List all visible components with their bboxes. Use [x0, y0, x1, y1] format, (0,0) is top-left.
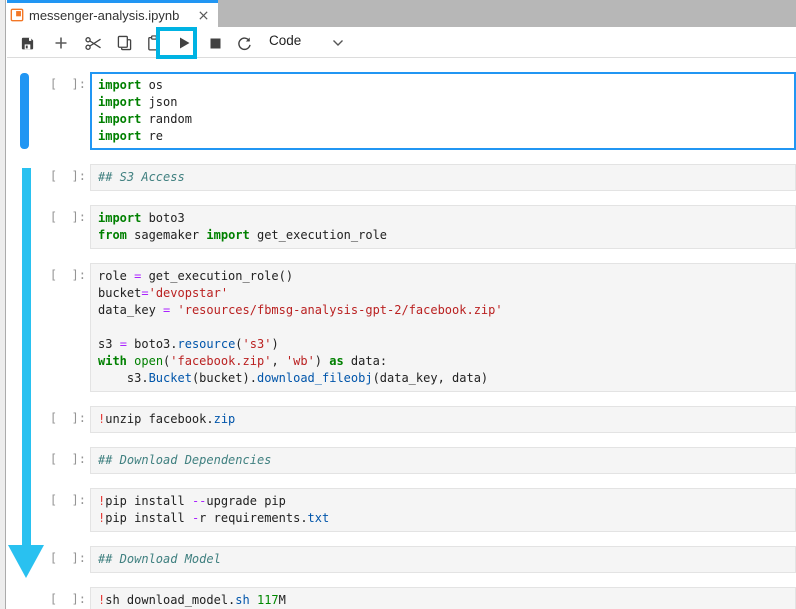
code-line [98, 319, 795, 336]
cut-button[interactable] [84, 34, 102, 52]
tab-title: messenger-analysis.ipynb [29, 8, 196, 23]
code-line: ## S3 Access [98, 169, 795, 186]
code-line: role = get_execution_role() [98, 268, 795, 285]
save-button[interactable] [18, 34, 36, 52]
plus-icon [54, 36, 68, 50]
code-line: !sh download_model.sh 117M [98, 592, 795, 609]
stop-icon [210, 38, 221, 49]
left-panel-edge [0, 0, 6, 609]
cell-prompt: [ ]: [7, 406, 90, 433]
cell-editor[interactable]: !unzip facebook.zip [90, 406, 796, 433]
code-line: import re [98, 128, 794, 145]
code-line: s3.Bucket(bucket).download_fileobj(data_… [98, 370, 795, 387]
run-icon [178, 36, 191, 50]
cell-editor[interactable]: role = get_execution_role()bucket='devop… [90, 263, 796, 392]
cell-editor[interactable]: import boto3from sagemaker import get_ex… [90, 205, 796, 249]
close-icon[interactable] [196, 8, 210, 22]
code-line: !pip install -r requirements.txt [98, 510, 795, 527]
notebook-cell[interactable]: [ ]: !sh download_model.sh 117M [7, 587, 796, 609]
stop-button[interactable] [206, 34, 224, 52]
code-line: bucket='devopstar' [98, 285, 795, 302]
annotation-selection-bar [20, 73, 29, 149]
code-line: ## Download Dependencies [98, 452, 795, 469]
copy-icon [117, 35, 132, 51]
notebook-cell[interactable]: [ ]: !unzip facebook.zip [7, 406, 796, 433]
paste-button[interactable] [145, 34, 163, 52]
copy-button[interactable] [115, 34, 133, 52]
add-cell-button[interactable] [52, 34, 70, 52]
code-line: s3 = boto3.resource('s3') [98, 336, 795, 353]
notebook-cell[interactable]: [ ]:import boto3from sagemaker import ge… [7, 205, 796, 249]
notebook-cell[interactable]: [ ]: ## Download Dependencies [7, 447, 796, 474]
cell-prompt: [ ]: [7, 447, 90, 474]
cell-editor[interactable]: ## Download Model [90, 546, 796, 573]
restart-icon [237, 36, 252, 51]
cell-editor[interactable]: !sh download_model.sh 117M [90, 587, 796, 609]
cell-editor[interactable]: import osimport jsonimport randomimport … [90, 72, 796, 150]
cell-prompt: [ ]: [7, 263, 90, 392]
code-line: import random [98, 111, 794, 128]
cell-type-dropdown[interactable]: Code [269, 33, 301, 48]
run-button[interactable] [175, 34, 193, 52]
annotation-down-arrow-head [8, 545, 44, 578]
cell-type-label: Code [269, 33, 301, 48]
code-line: import json [98, 94, 794, 111]
scissors-icon [85, 36, 102, 51]
code-line: !unzip facebook.zip [98, 411, 795, 428]
jupyterlab-window: messenger-analysis.ipynb [0, 0, 796, 609]
notebook-cell[interactable]: [ ]:role = get_execution_role()bucket='d… [7, 263, 796, 392]
code-line: !pip install --upgrade pip [98, 493, 795, 510]
notebook-tab[interactable]: messenger-analysis.ipynb [7, 0, 218, 27]
code-line: import os [98, 77, 794, 94]
notebook-cell[interactable]: [ ]: ## S3 Access [7, 164, 796, 191]
notebook-icon [10, 8, 24, 22]
save-icon [20, 36, 35, 51]
code-line: import boto3 [98, 210, 795, 227]
cell-editor[interactable]: ## S3 Access [90, 164, 796, 191]
annotation-down-arrow [22, 168, 31, 545]
notebook-cell[interactable]: [ ]:import osimport jsonimport randomimp… [7, 72, 796, 150]
code-line: with open('facebook.zip', 'wb') as data: [98, 353, 795, 370]
code-line: ## Download Model [98, 551, 795, 568]
notebook-cell[interactable]: [ ]:## Download Model [7, 546, 796, 573]
notebook-cell[interactable]: [ ]:!pip install --upgrade pip!pip insta… [7, 488, 796, 532]
cell-editor[interactable]: !pip install --upgrade pip!pip install -… [90, 488, 796, 532]
code-line: data_key = 'resources/fbmsg-analysis-gpt… [98, 302, 795, 319]
cell-prompt: [ ]: [7, 164, 90, 191]
notebook-panel: [ ]:import osimport jsonimport randomimp… [7, 58, 796, 609]
code-line: from sagemaker import get_execution_role [98, 227, 795, 244]
notebook-toolbar: Code [7, 27, 796, 58]
cell-editor[interactable]: ## Download Dependencies [90, 447, 796, 474]
cell-prompt: [ ]: [7, 488, 90, 532]
chevron-down-icon[interactable] [329, 34, 347, 52]
clipboard-icon [147, 35, 161, 51]
cell-prompt: [ ]: [7, 587, 90, 609]
restart-kernel-button[interactable] [235, 34, 253, 52]
cell-prompt: [ ]: [7, 205, 90, 249]
tab-bar: messenger-analysis.ipynb [7, 0, 796, 27]
